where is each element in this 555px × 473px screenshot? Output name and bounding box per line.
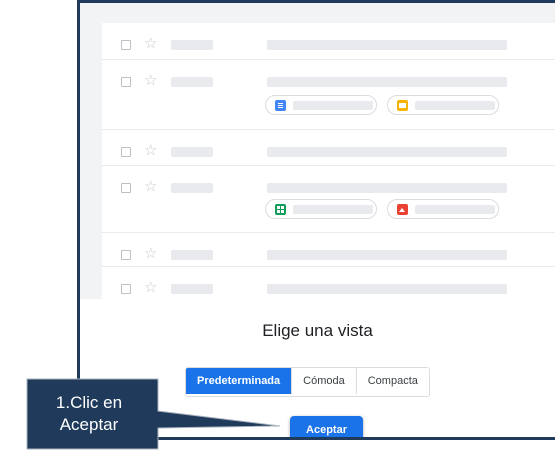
welcome-dialog: ☆ ☆ ☆ ☆ ☆ ☆ Elige una vista Predetermina… [77,0,555,440]
preview-row: ☆ [102,267,555,301]
subject-placeholder [267,250,507,260]
star-icon: ☆ [144,177,158,195]
attachment-chip [265,199,377,219]
subject-placeholder [267,40,507,50]
preview-row: ☆ [102,130,555,166]
option-compacta[interactable]: Compacta [355,368,429,394]
attachment-chip [387,95,499,115]
attachment-name-placeholder [293,205,373,214]
option-predeterminada[interactable]: Predeterminada [186,368,292,394]
star-icon: ☆ [144,34,158,52]
sender-placeholder [171,250,213,260]
inbox-preview: ☆ ☆ ☆ ☆ ☆ ☆ [80,3,555,299]
attachment-name-placeholder [415,205,495,214]
preview-row: ☆ [102,60,555,130]
attachment-name-placeholder [415,101,495,110]
subject-placeholder [267,183,507,193]
sender-placeholder [171,77,213,87]
star-icon: ☆ [144,141,158,159]
docs-icon [275,100,286,111]
checkbox-icon [121,183,131,193]
option-comoda[interactable]: Cómoda [291,368,356,394]
sender-placeholder [171,183,213,193]
star-icon: ☆ [144,71,158,89]
subject-placeholder [267,284,507,294]
star-icon: ☆ [144,278,158,296]
sender-placeholder [171,40,213,50]
star-icon: ☆ [144,244,158,262]
photo-icon [397,204,408,215]
checkbox-icon [121,284,131,294]
attachment-chip [387,199,499,219]
preview-row: ☆ [102,166,555,233]
checkbox-icon [121,40,131,50]
checkbox-icon [121,147,131,157]
subject-placeholder [267,77,507,87]
dialog-title: Elige una vista [262,321,373,340]
checkbox-icon [121,77,131,87]
inbox-preview-list: ☆ ☆ ☆ ☆ ☆ ☆ [102,23,555,299]
attachment-name-placeholder [293,101,373,110]
sender-placeholder [171,284,213,294]
accept-button[interactable]: Aceptar [290,416,363,437]
slides-icon [397,100,408,111]
subject-placeholder [267,147,507,157]
density-selector: Predeterminada Cómoda Compacta [185,367,430,397]
sheets-icon [275,204,286,215]
preview-row: ☆ [102,233,555,267]
sender-placeholder [171,147,213,157]
preview-row: ☆ [102,23,555,60]
attachment-chip [265,95,377,115]
checkbox-icon [121,250,131,260]
